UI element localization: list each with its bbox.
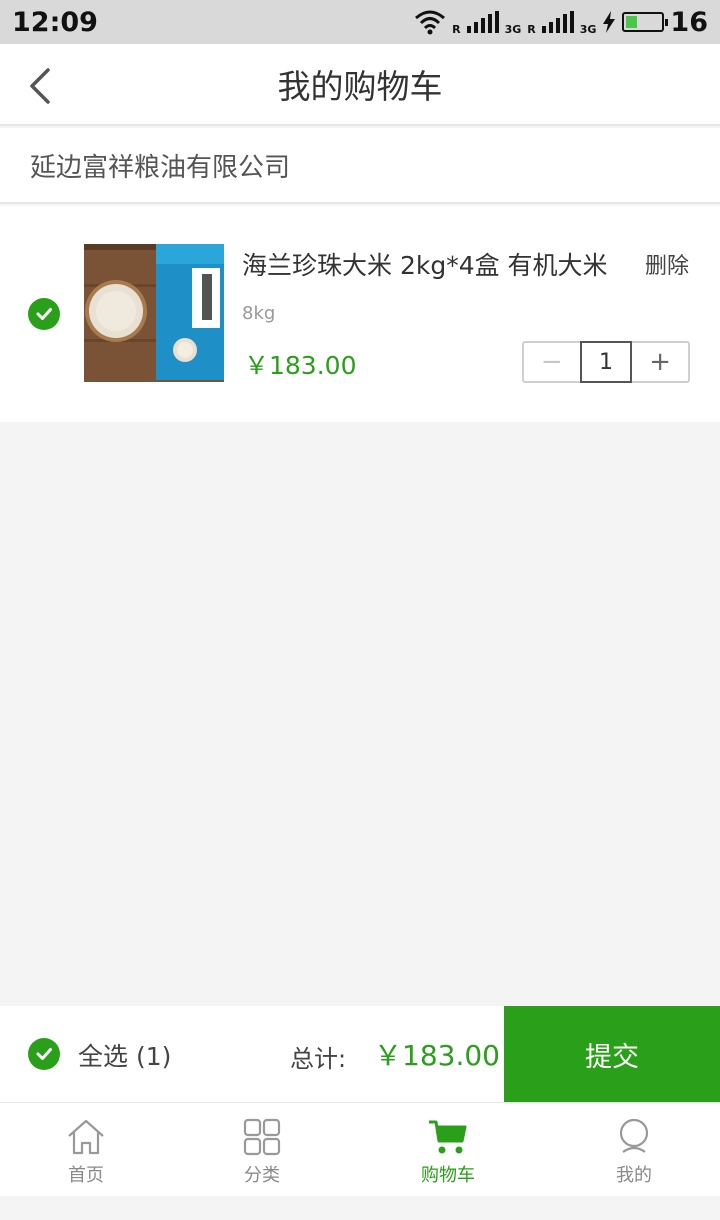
wifi-icon (415, 10, 446, 35)
tab-cart[interactable]: 购物车 (388, 1103, 508, 1197)
roaming-indicator-1: R (452, 22, 461, 36)
page-title: 我的购物车 (277, 67, 443, 106)
shop-name: 延边富祥粮油有限公司 (30, 152, 291, 183)
quantity-value[interactable]: 1 (579, 341, 633, 383)
checkout-bar: 全选 (1) 总计: ￥183.00 提交 (0, 1006, 720, 1102)
status-time: 12:09 (12, 6, 98, 38)
user-icon (619, 1118, 649, 1153)
shop-name-row[interactable]: 延边富祥粮油有限公司 (0, 128, 720, 204)
tab-category-label: 分类 (244, 1165, 280, 1186)
select-all-checkbox[interactable] (28, 1038, 60, 1070)
tab-cart-label: 购物车 (421, 1165, 475, 1186)
tab-home-label: 首页 (68, 1165, 104, 1186)
product-title[interactable]: 海兰珍珠大米 2kg*4盒 有机大米 (242, 246, 612, 282)
bottom-tab-bar: 首页 分类 购物车 我的 (0, 1102, 720, 1196)
decrease-quantity-button[interactable]: − (524, 343, 580, 381)
total-price: ￥183.00 (374, 1039, 500, 1072)
status-bar: 12:09 R 3G R 3G 16 (0, 0, 720, 44)
signal-icon-2 (541, 11, 574, 33)
cart-item: 海兰珍珠大米 2kg*4盒 有机大米 删除 8kg ￥183.00 − 1 + (0, 206, 720, 422)
product-spec: 8kg (242, 303, 276, 324)
total-label: 总计: (290, 1045, 347, 1073)
header-bar: 我的购物车 (0, 44, 720, 126)
battery-level: 16 (670, 6, 708, 38)
cart-icon (429, 1120, 467, 1154)
tab-category[interactable]: 分类 (202, 1103, 322, 1197)
roaming-indicator-2: R (527, 22, 536, 36)
network-type-1: 3G (504, 22, 522, 36)
signal-icon-1 (466, 11, 499, 33)
increase-quantity-button[interactable]: + (632, 343, 688, 381)
battery-icon (622, 12, 669, 32)
delete-button[interactable]: 删除 (645, 248, 689, 280)
charging-icon (603, 11, 616, 33)
tab-profile-label: 我的 (616, 1165, 652, 1186)
submit-button[interactable]: 提交 (504, 1006, 720, 1102)
item-select-checkbox[interactable] (28, 298, 60, 330)
tab-home[interactable]: 首页 (26, 1103, 146, 1197)
grid-icon (243, 1118, 281, 1156)
product-image[interactable] (84, 244, 224, 382)
home-icon (68, 1119, 104, 1155)
tab-profile[interactable]: 我的 (574, 1103, 694, 1197)
chevron-left-icon[interactable] (26, 66, 66, 106)
network-type-2: 3G (579, 22, 597, 36)
checkmark-icon (36, 308, 52, 320)
select-all-label[interactable]: 全选 (1) (78, 1037, 171, 1073)
product-price: ￥183.00 (244, 351, 357, 380)
checkmark-icon (36, 1048, 52, 1060)
quantity-stepper: − 1 + (522, 341, 690, 383)
